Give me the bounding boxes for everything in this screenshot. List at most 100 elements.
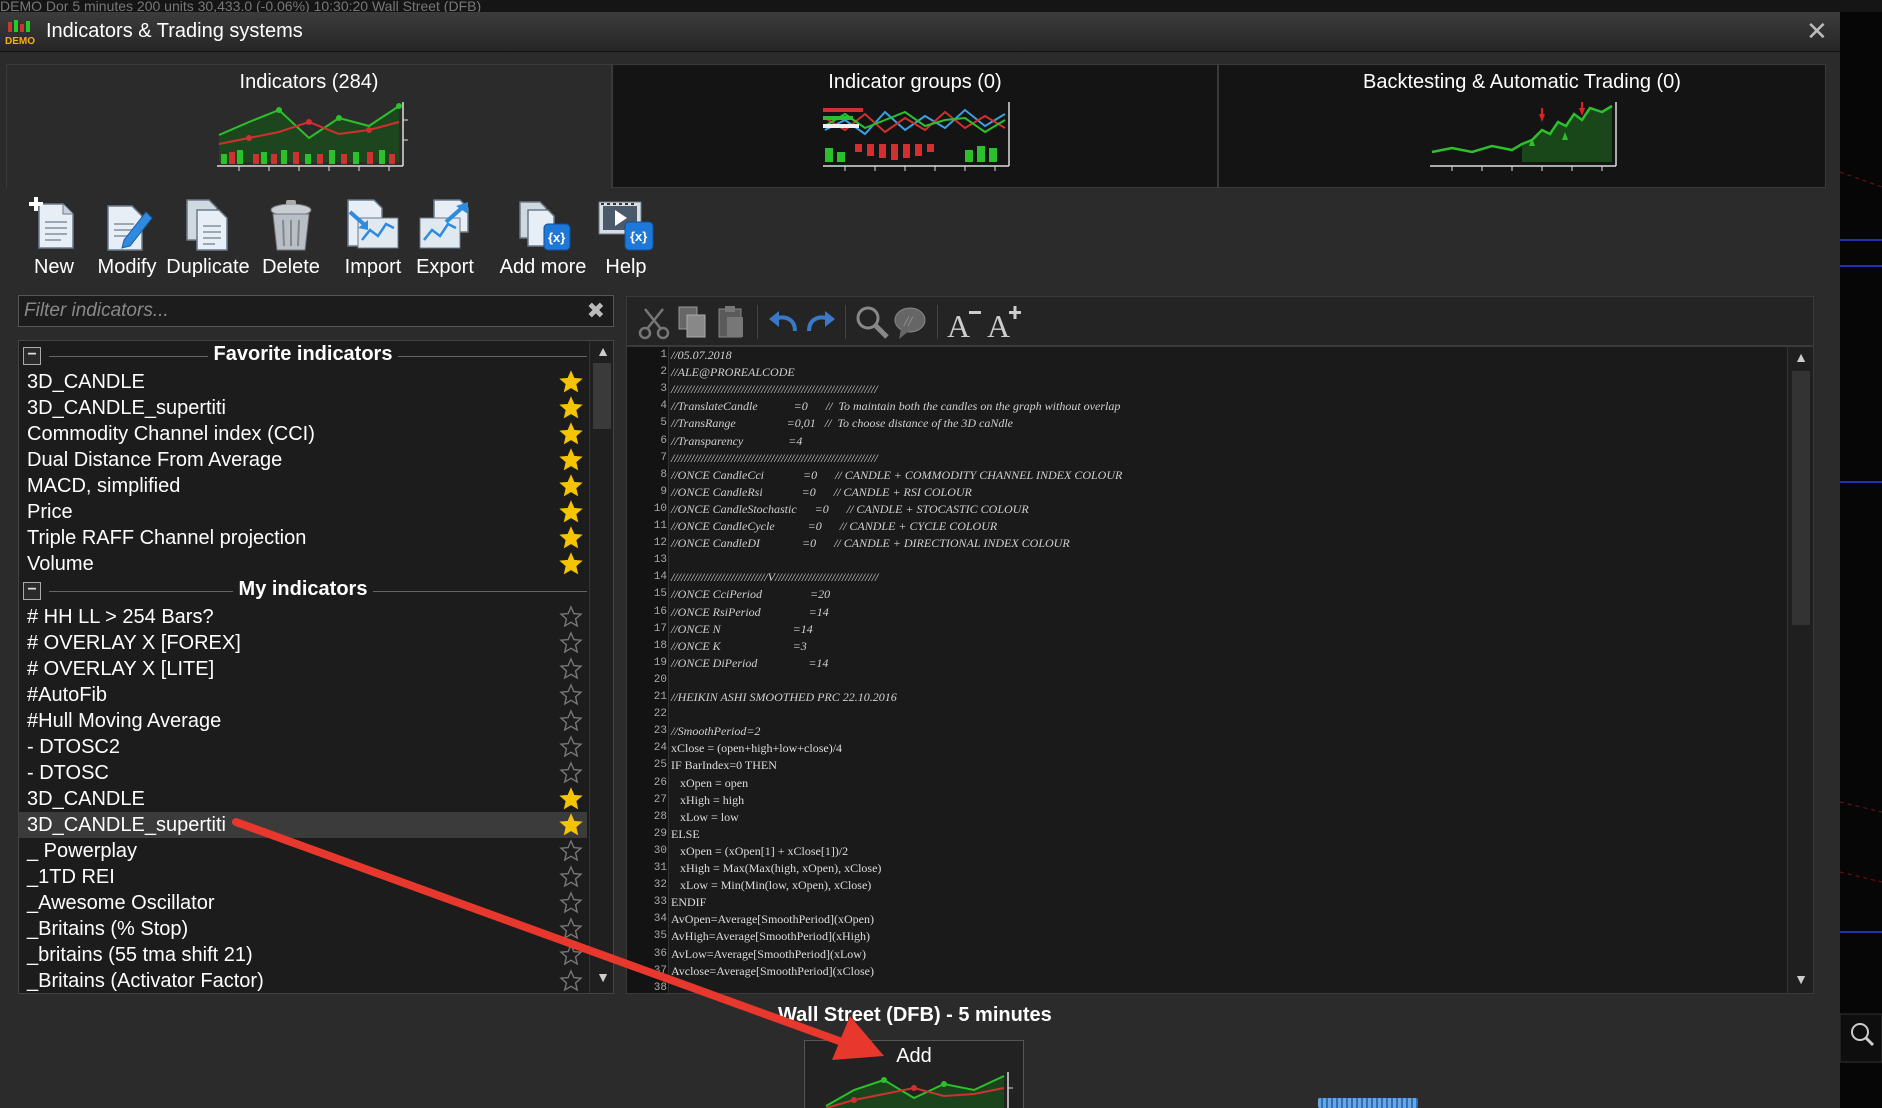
scroll-up-icon[interactable]: ▲	[594, 343, 612, 361]
redo-button[interactable]	[801, 303, 839, 341]
copy-button[interactable]	[673, 303, 711, 341]
delete-button[interactable]: Delete	[258, 196, 324, 284]
indicator-list-item[interactable]: 3D_CANDLE	[19, 786, 587, 812]
indicator-list-item[interactable]: #Hull Moving Average	[19, 708, 587, 734]
new-button[interactable]: New	[24, 196, 84, 284]
indicator-name: Price	[27, 501, 73, 523]
code-line: ////////////////////////////////////////…	[671, 382, 878, 397]
code-line: xOpen = (xOpen[1] + xClose[1])/2	[671, 843, 849, 858]
font-smaller-button[interactable]: A	[945, 303, 983, 344]
tab-backtesting[interactable]: Backtesting & Automatic Trading (0)	[1218, 64, 1826, 188]
indicator-list-item[interactable]: Triple RAFF Channel projection	[19, 525, 587, 551]
list-scrollbar[interactable]: ▲ ▼	[589, 341, 613, 993]
star-filled-icon[interactable]	[559, 370, 583, 394]
star-filled-icon[interactable]	[559, 813, 583, 837]
code-line: Avclose=Average[SmoothPeriod](xClose)	[671, 963, 874, 978]
help-button[interactable]: {x} Help	[596, 196, 656, 284]
font-larger-button[interactable]: A	[985, 303, 1023, 344]
star-filled-icon[interactable]	[559, 526, 583, 550]
indicator-list-item[interactable]: 3D_CANDLE_supertiti	[19, 812, 587, 838]
modify-button[interactable]: Modify	[94, 196, 160, 284]
indicator-list-item[interactable]: # OVERLAY X [FOREX]	[19, 630, 587, 656]
add-button[interactable]: Add	[804, 1040, 1024, 1108]
indicator-list-item[interactable]: 3D_CANDLE	[19, 369, 587, 395]
star-outline-icon[interactable]	[559, 969, 583, 993]
indicator-list-item[interactable]: 3D_CANDLE_supertiti	[19, 395, 587, 421]
line-number: 14	[653, 571, 667, 584]
star-filled-icon[interactable]	[559, 448, 583, 472]
star-outline-icon[interactable]	[559, 891, 583, 915]
star-outline-icon[interactable]	[559, 735, 583, 759]
line-number: 23	[653, 725, 667, 738]
cut-button[interactable]	[635, 303, 673, 341]
tab-indicators[interactable]: Indicators (284)	[6, 64, 612, 188]
indicator-list-item[interactable]: MACD, simplified	[19, 473, 587, 499]
indicator-list-item[interactable]: _1TD REI	[19, 864, 587, 890]
line-number: 5	[660, 417, 667, 430]
star-outline-icon[interactable]	[559, 839, 583, 863]
star-filled-icon[interactable]	[559, 422, 583, 446]
indicator-list-item[interactable]: _Awesome Oscillator	[19, 890, 587, 916]
editor-scroll-up-icon[interactable]: ▲	[1792, 349, 1810, 367]
close-icon[interactable]: ✕	[1806, 18, 1828, 44]
line-number: 37	[653, 964, 667, 977]
editor-scroll-thumb[interactable]	[1792, 371, 1810, 625]
star-filled-icon[interactable]	[559, 474, 583, 498]
star-outline-icon[interactable]	[559, 761, 583, 785]
star-outline-icon[interactable]	[559, 865, 583, 889]
indicator-groups-chart-icon	[823, 102, 1010, 171]
indicator-list-item[interactable]: Price	[19, 499, 587, 525]
line-number-gutter: 1 2 3 4 5 6 7 8 9 10 11 12 13 14 15 16 17 18 19 20 21 22 23 24 2…	[627, 347, 669, 993]
platform-strip-text: DEMO Dor 5 minutes 200 units 30,433.0 (-…	[0, 0, 482, 12]
code-editor[interactable]: 1 2 3 4 5 6 7 8 9 10 11 12 13 14 15 16 17 18 19 20 21 22 23 24 2…	[626, 346, 1814, 994]
code-line: AvHigh=Average[SmoothPeriod](xHigh)	[671, 929, 870, 944]
indicator-list-item[interactable]: Commodity Channel index (CCI)	[19, 421, 587, 447]
duplicate-button[interactable]: Duplicate	[166, 196, 250, 284]
editor-scroll-down-icon[interactable]: ▼	[1792, 971, 1810, 989]
star-outline-icon[interactable]	[559, 917, 583, 941]
indicator-list-item[interactable]: # HH LL > 254 Bars?	[19, 604, 587, 630]
indicator-list-item[interactable]: _Britains (% Stop)	[19, 916, 587, 942]
import-button[interactable]: Import	[342, 196, 404, 284]
star-outline-icon[interactable]	[559, 683, 583, 707]
tab-indicator-groups[interactable]: Indicator groups (0)	[612, 64, 1218, 188]
star-filled-icon[interactable]	[559, 552, 583, 576]
scroll-down-icon[interactable]: ▼	[594, 969, 612, 987]
indicator-list-item[interactable]: _britains (55 tma shift 21)	[19, 942, 587, 968]
star-filled-icon[interactable]	[559, 396, 583, 420]
star-outline-icon[interactable]	[559, 605, 583, 629]
star-outline-icon[interactable]	[559, 709, 583, 733]
collapse-icon[interactable]: −	[23, 582, 41, 600]
collapse-icon[interactable]: −	[23, 347, 41, 365]
add-more-button[interactable]: {x} Add more	[496, 196, 590, 284]
indicator-list-item[interactable]: Dual Distance From Average	[19, 447, 587, 473]
background-platform-strip: DEMO Dor 5 minutes 200 units 30,433.0 (-…	[0, 0, 1882, 12]
undo-button[interactable]	[765, 303, 803, 341]
indicator-list-item[interactable]: _ Powerplay	[19, 838, 587, 864]
paste-button[interactable]	[711, 303, 749, 341]
add-chart-icon	[825, 1072, 1013, 1108]
export-button[interactable]: Export	[414, 196, 476, 284]
indicator-name: 3D_CANDLE	[27, 371, 145, 393]
indicator-list-item[interactable]: Volume	[19, 551, 587, 577]
list-scroll-thumb[interactable]	[593, 363, 611, 429]
star-filled-icon[interactable]	[559, 500, 583, 524]
star-outline-icon[interactable]	[559, 657, 583, 681]
editor-scrollbar[interactable]: ▲ ▼	[1787, 347, 1813, 993]
code-line: //ONCE CandleCci =0 // CANDLE + COMMODIT…	[671, 467, 1123, 482]
star-outline-icon[interactable]	[559, 631, 583, 655]
line-number: 26	[653, 776, 667, 789]
indicator-list-item[interactable]: - DTOSC	[19, 760, 587, 786]
star-filled-icon[interactable]	[559, 787, 583, 811]
filter-input[interactable]	[19, 296, 579, 326]
star-outline-icon[interactable]	[559, 943, 583, 967]
help-video-icon: {x}	[598, 201, 654, 251]
indicator-list-item[interactable]: # OVERLAY X [LITE]	[19, 656, 587, 682]
indicator-list-item[interactable]: _Britains (Activator Factor)	[19, 968, 587, 993]
clear-filter-icon[interactable]: ✖	[587, 298, 605, 324]
indicator-list-item[interactable]: - DTOSC2	[19, 734, 587, 760]
find-button[interactable]	[853, 303, 891, 341]
comment-button[interactable]: //	[891, 303, 929, 341]
indicator-list-item[interactable]: #AutoFib	[19, 682, 587, 708]
import-button-label: Import	[344, 256, 402, 278]
